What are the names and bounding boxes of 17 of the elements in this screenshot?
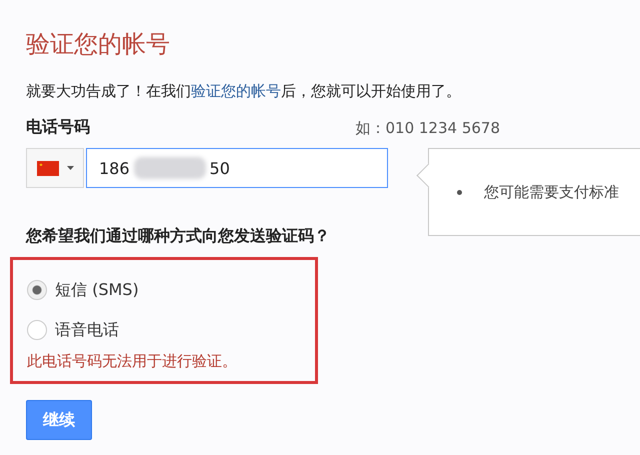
radio-label: 语音电话 <box>55 320 119 340</box>
phone-hint: 如：010 1234 5678 <box>355 119 500 138</box>
caret-icon <box>66 166 74 170</box>
verify-account-link[interactable]: 验证您的帐号 <box>191 82 281 100</box>
radio-label: 短信 (SMS) <box>55 280 139 300</box>
bullet-icon <box>457 190 462 195</box>
tooltip-text: 您可能需要支付标准 <box>484 183 619 202</box>
country-dropdown[interactable] <box>26 148 84 188</box>
intro-text: 就要大功告成了！在我们验证您的帐号后，您就可以开始使用了。 <box>26 82 462 101</box>
page-title: 验证您的帐号 <box>26 29 171 60</box>
phone-input-field[interactable]: 186 50 <box>86 148 388 188</box>
question-text: 您希望我们通过哪种方式向您发送验证码？ <box>26 226 331 247</box>
error-text: 此电话号码无法用于进行验证。 <box>27 352 238 371</box>
phone-label: 电话号码 <box>26 117 90 138</box>
method-radio[interactable]: 短信 (SMS) <box>27 270 301 310</box>
method-radio[interactable]: 语音电话 <box>27 310 301 350</box>
flag-icon <box>36 160 58 176</box>
